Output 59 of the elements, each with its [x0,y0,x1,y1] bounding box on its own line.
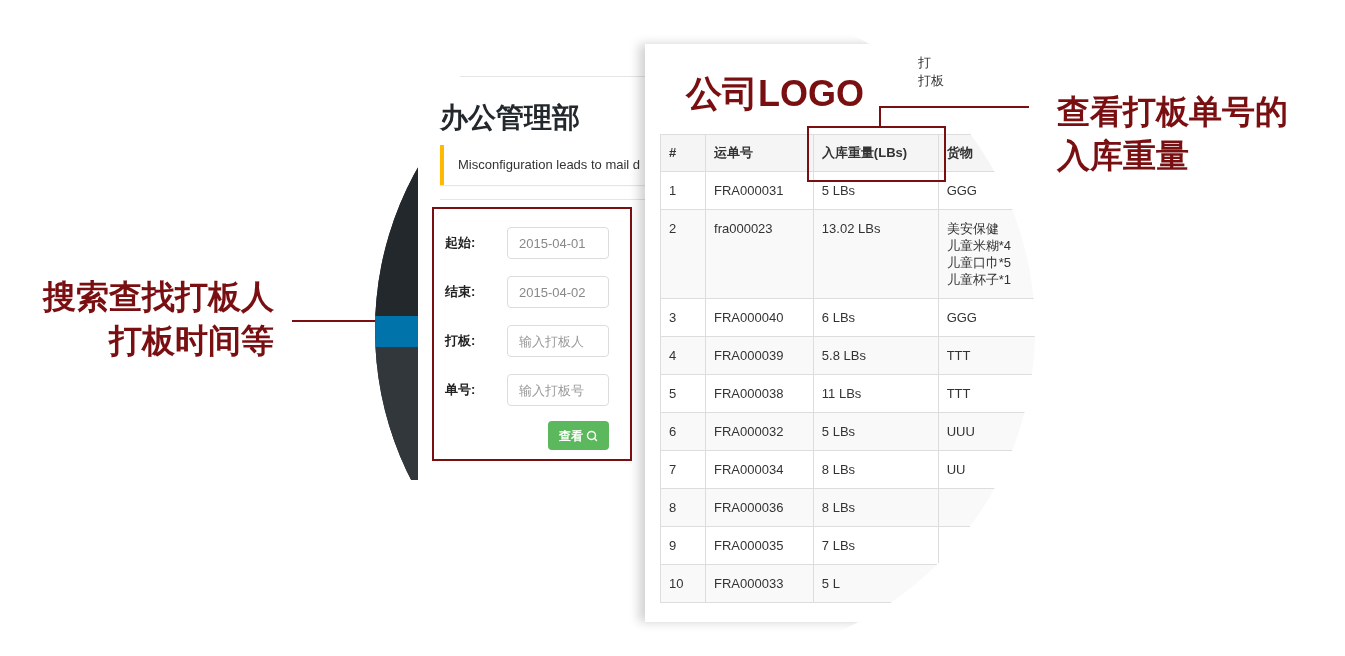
table-cell: fra000023 [714,221,773,236]
table-cell-text: 儿童米糊*4 [946,237,1012,254]
input-field[interactable]: 2015-04-02 [507,276,609,308]
table-cell: FRA000033 [714,576,784,591]
table-cell: GGG [946,183,977,198]
table-cell: 5 [669,386,677,401]
view-button[interactable]: 查看 [548,421,609,450]
field-label: 单号: [445,381,477,400]
field-label: 结束: [445,283,477,302]
table-cell: FRA000036 [714,500,784,515]
table-cell: GGG [946,310,977,325]
table-cell: UUU [946,424,975,439]
field-label: 起始: [445,234,477,253]
table-cell: 2 [669,221,677,236]
table-cell: 6 [669,424,677,439]
table-cell: 1 [669,183,677,198]
table-cell: TTT [946,348,971,363]
table-cell: FRA000040 [714,310,784,325]
search-icon [586,429,598,442]
table-cell: 3 [669,310,677,325]
table-cell: 7 LBs [821,538,856,553]
input-field[interactable]: 2015-04-01 [507,227,609,259]
table-cell: 9 [669,538,677,553]
note-text: 打 [918,54,932,72]
table-cell: 8 LBs [821,500,856,515]
table-cell: 5 L [821,576,840,591]
table-cell: 5 LBs [821,183,856,198]
table-cell: 8 [669,500,677,515]
table-cell: 13.02 LBs [821,221,881,236]
table-cell-text: 儿童杯子*1 [946,271,1012,288]
table-cell: 4 [669,348,677,363]
note-text: 打板 [918,72,944,90]
column-header: # [660,134,706,172]
table-cell: 8 LBs [821,462,856,477]
table-cell: FRA000034 [714,462,784,477]
column-header: 入库重量(LBs) [813,134,939,172]
table-cell: 7 [669,462,677,477]
input-field[interactable]: 输入打板号 [507,374,609,406]
table-cell-text: 儿童口巾*5 [946,254,1012,271]
table-cell: FRA000035 [714,538,784,553]
input-field[interactable]: 输入打板人 [507,325,609,357]
table-cell: FRA000038 [714,386,784,401]
callout-text: 查看打板单号的 入库重量 [1057,92,1288,176]
table-cell: 5.8 LBs [821,348,866,363]
table-cell-text: 美安保健 [946,220,1000,237]
field-label: 打板: [445,332,477,351]
column-header: 运单号 [705,134,814,172]
table-cell: UU [946,462,966,477]
table-cell: FRA000031 [714,183,784,198]
table-cell: 10 [669,576,684,591]
table-cell: FRA000032 [714,424,784,439]
table-cell: 6 LBs [821,310,856,325]
company-logo: 公司LOGO [686,72,864,116]
callout-text: 搜索查找打板人 打板时间等 [41,277,274,361]
table-cell: 5 LBs [821,424,856,439]
table-cell: 11 LBs [821,386,862,401]
table-cell: FRA000039 [714,348,784,363]
page-title: 办公管理部 [440,101,581,135]
table-cell: TTT [946,386,971,401]
